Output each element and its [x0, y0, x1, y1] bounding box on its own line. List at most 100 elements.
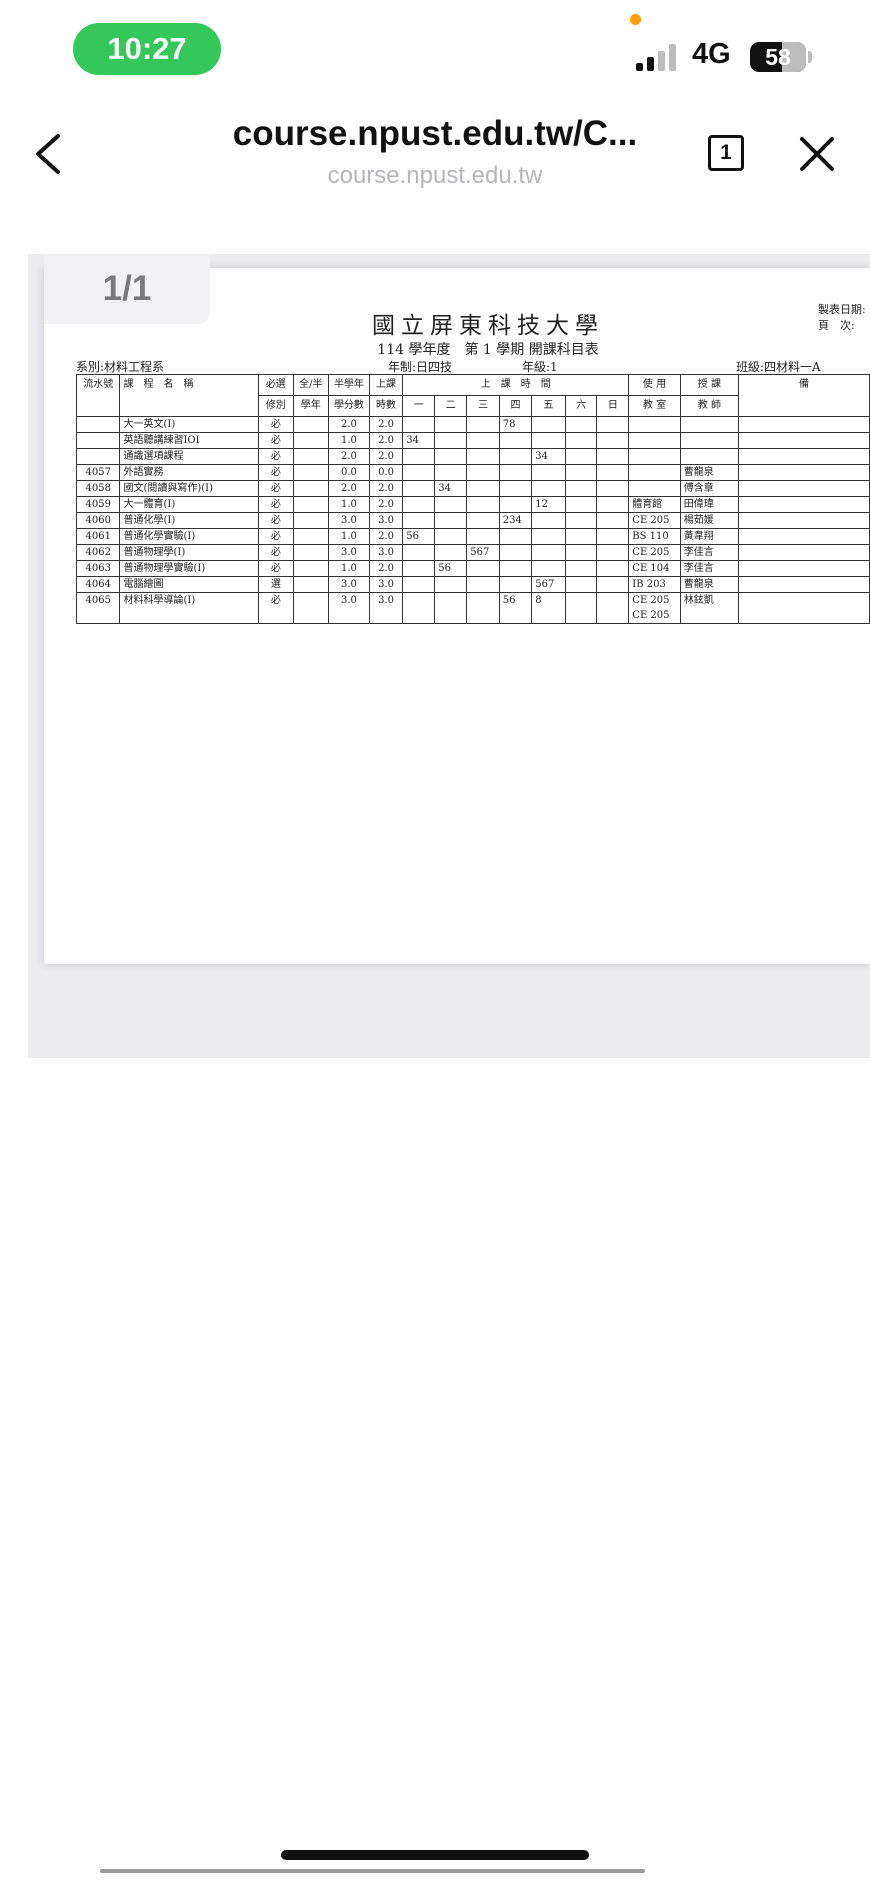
cell-day-period: 56	[402, 528, 436, 545]
header-full-bottom: 學年	[292, 395, 330, 417]
cell-room: CE 205	[628, 512, 681, 529]
cell-day-period	[402, 512, 436, 529]
cell-credit: 3.0	[328, 592, 370, 624]
cell-course-name: 英語聽講練習IOI	[119, 432, 260, 449]
cell-day-period	[434, 448, 468, 465]
cell-remark	[738, 592, 870, 624]
cell-day-period	[564, 480, 598, 497]
cell-day-period: 56	[498, 592, 533, 624]
cell-hours: 3.0	[368, 512, 404, 529]
header-day-wed: 三	[466, 395, 500, 417]
header-req-bottom: 修別	[258, 395, 294, 417]
header-credit-bottom: 學分數	[328, 395, 370, 417]
cell-hours: 2.0	[368, 448, 404, 465]
cell-course-name: 普通物理學(I)	[119, 544, 260, 561]
cell-day-period	[466, 480, 500, 497]
header-class-time: 上 課 時 間	[402, 374, 630, 396]
cell-hours: 2.0	[368, 496, 404, 513]
cell-day-period	[564, 560, 598, 577]
cell-day-period: 567	[466, 544, 500, 561]
cell-day-period	[531, 480, 566, 497]
close-icon[interactable]	[798, 135, 836, 173]
header-remark: 備	[738, 374, 870, 417]
cell-remark	[738, 544, 870, 561]
cell-req: 必	[258, 464, 294, 481]
cell-day-period	[564, 448, 598, 465]
cell-course-name: 普通化學實驗(I)	[119, 528, 260, 545]
cell-full	[292, 480, 330, 497]
cell-day-period	[434, 592, 468, 624]
cell-hours: 3.0	[368, 592, 404, 624]
cell-room	[628, 416, 681, 433]
cell-day-period	[402, 496, 436, 513]
cell-serial: 4065	[75, 592, 121, 624]
header-hours-bottom: 時數	[368, 395, 404, 417]
cell-day-period	[466, 432, 500, 449]
cell-day-period	[466, 416, 500, 433]
cell-req: 必	[258, 480, 294, 497]
cell-req: 選	[258, 576, 294, 593]
cell-full	[292, 544, 330, 561]
cell-day-period	[564, 544, 598, 561]
tab-switcher-button[interactable]: 1	[708, 135, 744, 171]
cell-teacher: 田偉瑋	[679, 496, 740, 513]
table-row: 4057 外語實務必 0.0 0.0 曹龍泉	[75, 464, 870, 481]
header-day-sat: 六	[564, 395, 598, 417]
page-url-title[interactable]: course.npust.edu.tw/C...	[200, 114, 670, 154]
cell-day-period	[531, 544, 566, 561]
cell-course-name: 大一體育(I)	[119, 496, 260, 513]
table-row: 通識選項課程必 2.0 2.0 34	[75, 448, 870, 465]
cell-full	[292, 592, 330, 624]
cell-day-period	[466, 464, 500, 481]
department-label: 系別:材料工程系	[76, 360, 165, 374]
cell-room: 體育館	[628, 496, 681, 513]
cell-serial	[75, 416, 121, 433]
cell-day-period	[466, 496, 500, 513]
cell-day-period	[498, 432, 533, 449]
battery-level: 58	[765, 43, 791, 70]
pdf-page: 國立屏東科技大學 114 學年度 第 1 學期 開課科目表 製表日期: 頁 次:…	[44, 268, 870, 964]
home-indicator[interactable]	[281, 1850, 589, 1860]
cell-course-name: 普通化學(I)	[119, 512, 260, 529]
cell-full	[292, 528, 330, 545]
cell-serial: 4059	[75, 496, 121, 513]
cell-day-period	[596, 480, 630, 497]
header-day-sun: 日	[596, 395, 630, 417]
cell-credit: 3.0	[328, 544, 370, 561]
cell-day-period	[596, 512, 630, 529]
cell-day-period	[564, 528, 598, 545]
cell-remark	[738, 432, 870, 449]
cell-day-period	[402, 448, 436, 465]
header-credit-top: 半學年	[328, 374, 370, 396]
back-chevron-icon[interactable]	[30, 132, 70, 176]
cell-day-period	[596, 576, 630, 593]
cell-day-period	[434, 432, 468, 449]
cell-credit: 3.0	[328, 576, 370, 593]
cell-req: 必	[258, 448, 294, 465]
cellular-signal-icon	[636, 43, 680, 71]
cell-day-period: 567	[531, 576, 566, 593]
cell-req: 必	[258, 416, 294, 433]
cell-serial: 4063	[75, 560, 121, 577]
cell-serial	[75, 448, 121, 465]
cell-credit: 2.0	[328, 448, 370, 465]
header-day-fri: 五	[531, 395, 566, 417]
room-line: CE 205	[632, 547, 670, 558]
cell-teacher: 曹龍泉	[679, 464, 740, 481]
cell-day-period	[596, 592, 630, 624]
cell-hours: 2.0	[368, 432, 404, 449]
room-line-2: CE 205	[632, 610, 670, 621]
cell-credit: 3.0	[328, 512, 370, 529]
cell-room: IB 203	[628, 576, 681, 593]
cell-day-period: 34	[531, 448, 566, 465]
cell-day-period	[531, 464, 566, 481]
pdf-viewer[interactable]: 國立屏東科技大學 114 學年度 第 1 學期 開課科目表 製表日期: 頁 次:…	[28, 254, 870, 1058]
cell-course-name: 材料科學導論(I)	[119, 592, 260, 624]
table-row: 4063 普通物理學實驗(I) 必 1.0 2.0 56 CE 104 李佳言	[75, 560, 870, 577]
cell-req: 必	[258, 528, 294, 545]
cell-day-period	[402, 464, 436, 481]
header-room-bottom: 教 室	[628, 395, 681, 417]
cell-room: CE 205 CE 205	[628, 592, 681, 624]
cell-remark	[738, 496, 870, 513]
cell-day-period	[434, 544, 468, 561]
